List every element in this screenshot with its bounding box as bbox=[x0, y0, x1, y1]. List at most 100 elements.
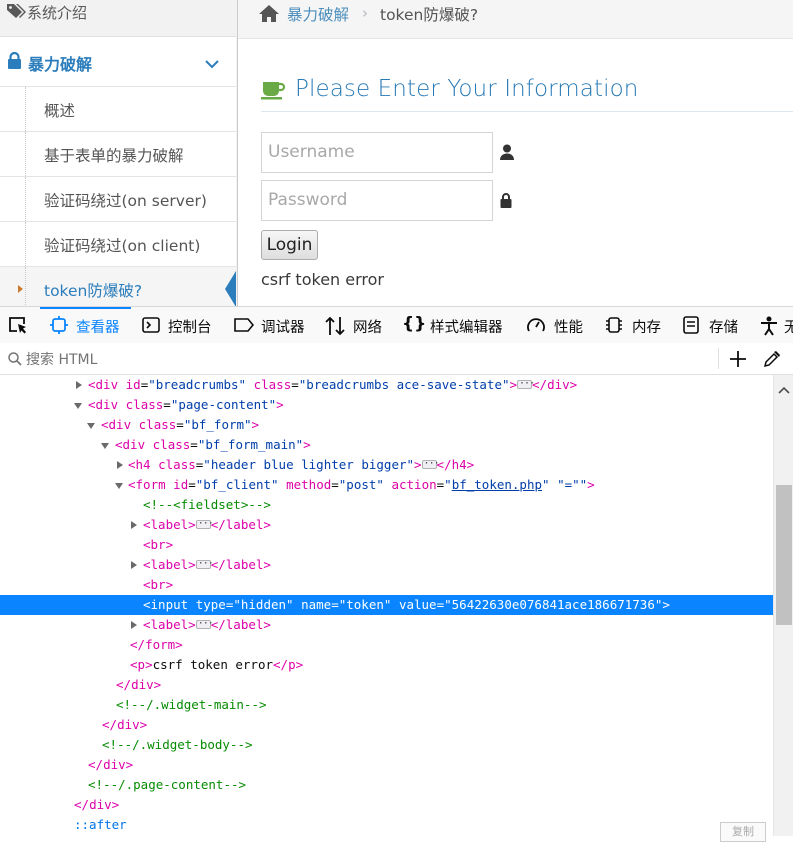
scrollbar-thumb[interactable] bbox=[776, 485, 792, 625]
expand-triangle-icon[interactable] bbox=[131, 521, 137, 529]
expand-triangle-icon[interactable] bbox=[117, 461, 123, 469]
tab-label: 调试器 bbox=[261, 320, 305, 336]
sidebar-item-captcha-client[interactable]: 验证码绕过(on client) bbox=[0, 222, 236, 267]
markup-scrollbar[interactable] bbox=[773, 375, 793, 836]
node-tag: h4 bbox=[135, 457, 151, 472]
collapsed-ellipsis[interactable] bbox=[517, 375, 534, 394]
markup-node-form[interactable]: <form id="bf_client" method="post" actio… bbox=[0, 475, 773, 495]
password-field[interactable]: Password bbox=[261, 180, 493, 221]
tab-label: 样式编辑器 bbox=[430, 320, 503, 336]
username-placeholder: Username bbox=[268, 142, 355, 162]
collapsed-ellipsis[interactable] bbox=[195, 514, 213, 534]
collapse-triangle-icon[interactable] bbox=[87, 423, 95, 429]
sidebar-item-overview[interactable]: 概述 bbox=[0, 87, 236, 132]
markup-node-close-form[interactable]: </form> bbox=[0, 635, 773, 655]
search-input[interactable]: 搜索 HTML bbox=[26, 349, 97, 369]
markup-tree: <div id="breadcrumbs" class="breadcrumbs… bbox=[0, 375, 773, 836]
username-field[interactable]: Username bbox=[261, 132, 493, 173]
chevron-down-icon bbox=[205, 54, 219, 73]
markup-node-input-selected[interactable]: <input type="hidden" name="token" value=… bbox=[0, 595, 773, 615]
eyedropper-button[interactable] bbox=[763, 350, 781, 372]
markup-node-br[interactable]: <br> bbox=[0, 535, 773, 555]
markup-node-label[interactable]: <label></label> bbox=[0, 514, 773, 535]
markup-node-bf-form-main[interactable]: <div class="bf_form_main"> bbox=[0, 435, 773, 455]
attr-name: class bbox=[152, 437, 191, 452]
tab-label: 内存 bbox=[632, 320, 661, 336]
attr-name: type bbox=[195, 597, 226, 612]
breadcrumb-link[interactable]: 暴力破解 bbox=[287, 3, 349, 25]
markup-node-page-content[interactable]: <div class="page-content"> bbox=[0, 395, 773, 415]
node-tag: h4 bbox=[451, 457, 467, 472]
markup-node-breadcrumbs[interactable]: <div id="breadcrumbs" class="breadcrumbs… bbox=[0, 375, 773, 395]
collapse-triangle-icon[interactable] bbox=[115, 483, 123, 489]
tab-console[interactable]: 控制台 bbox=[134, 307, 222, 343]
login-button[interactable]: Login bbox=[261, 230, 318, 260]
attr-value: "token" bbox=[338, 597, 392, 612]
eyedropper-icon bbox=[763, 351, 780, 368]
markup-node-br[interactable]: <br> bbox=[0, 575, 773, 595]
breadcrumb-separator: › bbox=[362, 4, 368, 22]
style-editor-icon: {} bbox=[402, 314, 427, 334]
sidebar-category-bruteforce[interactable]: 暴力破解 bbox=[0, 37, 236, 87]
tab-memory[interactable]: 内存 bbox=[600, 307, 672, 343]
markup-node-close-div[interactable]: </div> bbox=[0, 675, 773, 695]
tab-inspector[interactable]: 查看器 bbox=[40, 307, 131, 343]
collapsed-ellipsis[interactable] bbox=[195, 614, 213, 634]
tree-guide bbox=[25, 87, 26, 131]
expand-triangle-icon[interactable] bbox=[131, 561, 137, 569]
password-placeholder: Password bbox=[268, 190, 348, 210]
home-icon[interactable] bbox=[258, 4, 280, 27]
expand-triangle-icon[interactable] bbox=[76, 381, 82, 389]
tab-network[interactable]: 网络 bbox=[318, 307, 388, 343]
text-node: csrf token error bbox=[152, 657, 274, 672]
search-icon bbox=[8, 351, 22, 370]
attr-value-link[interactable]: bf_token.php bbox=[452, 477, 542, 492]
expand-triangle-icon[interactable] bbox=[131, 621, 137, 629]
node-tag: br bbox=[150, 577, 166, 592]
node-tag: label bbox=[225, 617, 264, 632]
markup-node-close-div[interactable]: </div> bbox=[0, 795, 773, 815]
sidebar-item-intro[interactable]: 系统介绍 bbox=[0, 0, 236, 37]
attr-name: class bbox=[253, 377, 292, 392]
attr-name: method bbox=[286, 477, 332, 492]
tab-debugger[interactable]: 调试器 bbox=[226, 307, 314, 343]
element-picker-button[interactable] bbox=[0, 307, 38, 343]
performance-icon bbox=[526, 316, 546, 338]
markup-node-bf-form[interactable]: <div class="bf_form"> bbox=[0, 415, 773, 435]
markup-node-label[interactable]: <label></label> bbox=[0, 554, 773, 575]
markup-node-close-div[interactable]: </div> bbox=[0, 755, 773, 775]
markup-comment[interactable]: <!--/.page-content--> bbox=[0, 775, 773, 795]
collapse-triangle-icon[interactable] bbox=[101, 443, 109, 449]
comment-text: <!--/.page-content--> bbox=[88, 777, 247, 792]
node-tag: label bbox=[150, 617, 189, 632]
collapsed-ellipsis[interactable] bbox=[195, 554, 213, 574]
markup-comment[interactable]: <!--/.widget-main--> bbox=[0, 695, 773, 715]
debugger-icon bbox=[234, 316, 255, 338]
sidebar-item-label: 验证码绕过(on server) bbox=[44, 192, 207, 210]
toolbar-divider bbox=[718, 348, 719, 369]
copy-button[interactable]: 复制 bbox=[720, 822, 766, 842]
attr-value: "bf_form" bbox=[183, 417, 252, 432]
selected-tab-bar bbox=[40, 307, 131, 309]
markup-node-h4[interactable]: <h4 class="header blue lighter bigger"><… bbox=[0, 454, 773, 475]
attr-value-token: "56422630e076841ace186671736" bbox=[444, 597, 663, 612]
tab-storage[interactable]: 存储 bbox=[678, 307, 748, 343]
node-tag: div bbox=[108, 417, 132, 432]
markup-comment[interactable]: <!--<fieldset>--> bbox=[0, 495, 773, 515]
sidebar-item-token[interactable]: token防爆破? bbox=[0, 267, 236, 306]
markup-node-label[interactable]: <label></label> bbox=[0, 614, 773, 635]
tab-performance[interactable]: 性能 bbox=[522, 307, 592, 343]
collapse-triangle-icon[interactable] bbox=[74, 403, 82, 409]
scroll-up-icon[interactable] bbox=[778, 379, 790, 398]
tab-accessibility[interactable]: 无 bbox=[756, 307, 793, 343]
markup-pseudo-after[interactable]: ::after bbox=[0, 815, 773, 835]
markup-node-p[interactable]: <p>csrf token error</p> bbox=[0, 655, 773, 675]
tab-style-editor[interactable]: {} 样式编辑器 bbox=[398, 307, 514, 343]
add-node-button[interactable] bbox=[729, 350, 747, 372]
markup-node-close-div[interactable]: </div> bbox=[0, 715, 773, 735]
markup-comment[interactable]: <!--/.widget-body--> bbox=[0, 735, 773, 755]
collapsed-ellipsis[interactable] bbox=[421, 454, 439, 474]
sidebar-item-label: 验证码绕过(on client) bbox=[44, 237, 201, 255]
sidebar-item-captcha-server[interactable]: 验证码绕过(on server) bbox=[0, 177, 236, 222]
sidebar-item-form-bruteforce[interactable]: 基于表单的暴力破解 bbox=[0, 132, 236, 177]
